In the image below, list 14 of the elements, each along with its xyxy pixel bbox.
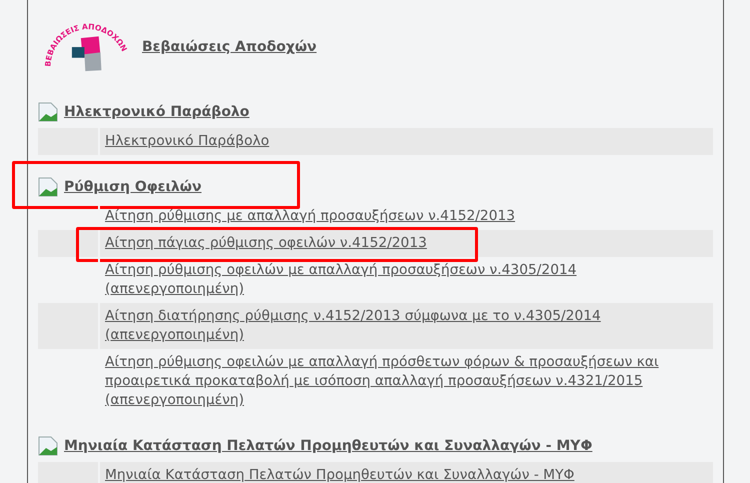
section-link[interactable]: Ηλεκτρονικό Παράβολο: [64, 104, 250, 120]
item-link[interactable]: Ηλεκτρονικό Παράβολο: [105, 132, 707, 151]
item-link[interactable]: Αίτηση ρύθμισης οφειλών με απαλλαγή προσαυξήσεων ν.4305/2014 (απενεργοποιημένη): [105, 261, 707, 299]
broken-image-icon: [38, 177, 58, 197]
broken-image-icon: [38, 436, 58, 456]
item-link[interactable]: Αίτηση ρύθμισης με απαλλαγή προσαυξήσεων ν.4152/2013: [105, 207, 707, 226]
item-link[interactable]: Αίτηση διατήρησης ρύθμισης ν.4152/2013 σύμφωνα με το ν.4305/2014 (απενεργοποιημένη): [105, 307, 707, 345]
section-link[interactable]: Ρύθμιση Οφειλών: [64, 179, 202, 195]
item-link[interactable]: Αίτηση πάγιας ρύθμισης οφειλών ν.4152/2013: [105, 234, 707, 253]
item-link[interactable]: Μηνιαία Κατάσταση Πελατών Προμηθευτών και Συναλλαγών - ΜΥΦ: [105, 466, 707, 483]
section-link[interactable]: Μηνιαία Κατάσταση Πελατών Προμηθευτών και Συναλλαγών - ΜΥΦ: [64, 438, 592, 454]
broken-image-icon: [38, 102, 58, 122]
page-title-link[interactable]: Βεβαιώσεις Αποδοχών: [142, 39, 317, 55]
item-link[interactable]: Αίτηση ρύθμισης οφειλών με απαλλαγή πρόσθετων φόρων & προσαυξήσεων και προαιρετικά προκαταβολή με ισόποση απαλλαγή προσαυξήσεων ν.4321/2015 (απενεργοποιημένη): [105, 353, 707, 410]
